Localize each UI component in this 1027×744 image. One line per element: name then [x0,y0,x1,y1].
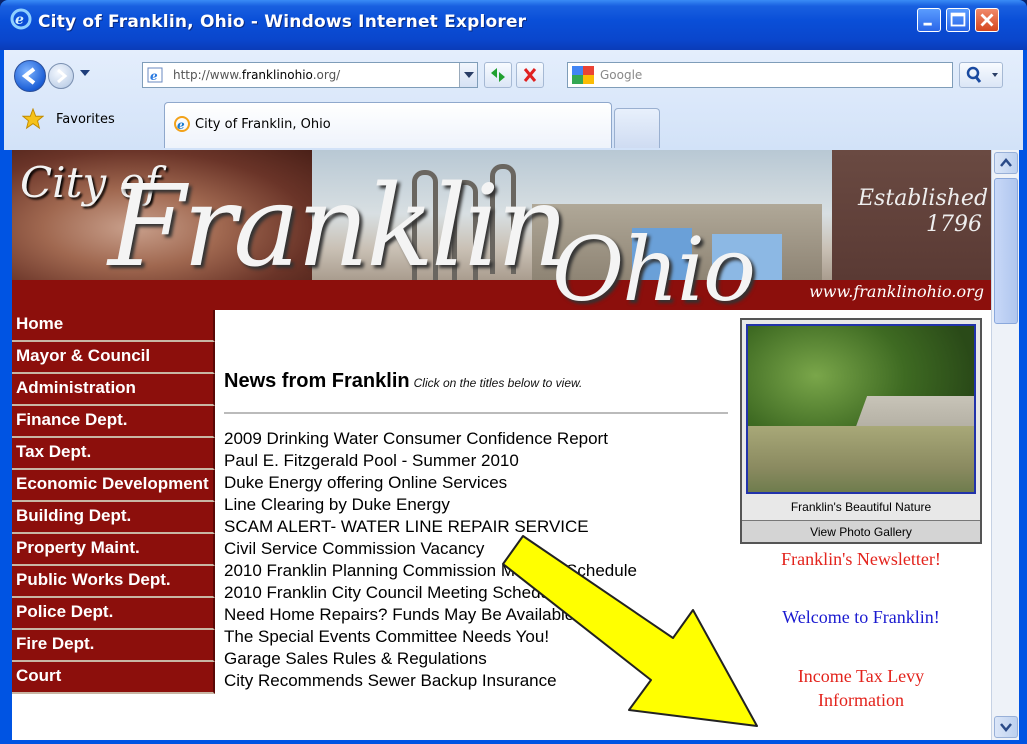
established-label: Established [858,186,989,211]
income-tax-levy-link[interactable]: Income Tax Levy Information [740,664,982,712]
news-divider [224,412,728,414]
nav-police[interactable]: Police Dept. [12,598,215,630]
forward-arrow-icon [57,68,68,84]
newsletter-link[interactable]: Franklin's Newsletter! [740,547,982,571]
news-subtitle: Click on the titles below to view. [413,376,583,390]
browser-window: e City of Franklin, Ohio - Windows Inter… [0,0,1027,744]
search-icon [966,66,998,83]
svg-text:e: e [150,69,158,83]
photo-gallery-box: Franklin's Beautiful Nature View Photo G… [740,318,982,544]
tab-active[interactable]: e City of Franklin, Ohio [164,102,612,148]
nav-mayor-council[interactable]: Mayor & Council [12,342,215,374]
news-section: News from Franklin Click on the titles be… [224,370,734,690]
tax-levy-line1: Income Tax Levy [797,666,925,686]
scroll-up-button[interactable] [994,152,1018,174]
maximize-button[interactable] [946,8,970,32]
vertical-scrollbar[interactable] [991,150,1019,740]
banner-ohio-text: Ohio [552,218,756,310]
favorites-label: Favorites [56,112,115,127]
nav-building[interactable]: Building Dept. [12,502,215,534]
nav-fire[interactable]: Fire Dept. [12,630,215,662]
news-item[interactable]: Duke Energy offering Online Services [224,472,734,494]
scroll-thumb[interactable] [994,178,1018,324]
nav-finance[interactable]: Finance Dept. [12,406,215,438]
established-year: 1796 [926,212,982,237]
favorites-star-icon [22,108,44,130]
back-button[interactable] [14,60,46,92]
banner-established: Established 1796 [858,186,989,238]
news-item[interactable]: Line Clearing by Duke Energy [224,494,734,516]
window-title: City of Franklin, Ohio - Windows Interne… [38,12,527,32]
stop-button[interactable] [516,62,544,88]
nav-economic-development[interactable]: Economic Development [12,470,215,502]
svg-text:e: e [177,118,185,132]
navigation-bar: e http://www.franklinohio.org/ Google [4,58,1023,94]
back-arrow-icon [21,67,36,85]
left-navigation: Home Mayor & Council Administration Fina… [12,310,217,694]
search-placeholder: Google [600,68,643,82]
browser-chrome: e http://www.franklinohio.org/ Google Fa… [4,50,1023,150]
nav-court[interactable]: Court [12,662,215,694]
photo-water-shape [748,426,974,492]
tax-levy-line2: Information [818,690,904,710]
page-icon: e [147,67,163,83]
ie-logo-icon: e [10,8,32,30]
recent-pages-dropdown[interactable] [80,70,90,76]
nav-property-maint[interactable]: Property Maint. [12,534,215,566]
minimize-icon [923,22,932,26]
nav-tax[interactable]: Tax Dept. [12,438,215,470]
nature-photo[interactable] [746,324,976,494]
maximize-icon [950,12,966,27]
address-text: http://www.franklinohio.org/ [173,68,341,82]
nav-home[interactable]: Home [12,310,215,342]
site-banner: City of Franklin Ohio Established 1796 w… [12,150,991,310]
scroll-down-button[interactable] [994,716,1018,738]
stop-icon [523,68,537,82]
address-bar[interactable]: e http://www.franklinohio.org/ [142,62,478,88]
refresh-button[interactable] [484,62,512,88]
banner-franklin-text: Franklin [108,162,569,292]
close-button[interactable] [975,8,999,32]
close-icon [980,13,994,27]
welcome-link[interactable]: Welcome to Franklin! [740,605,982,629]
google-logo-icon [572,66,594,84]
forward-button[interactable] [48,63,74,89]
search-box[interactable]: Google [567,62,953,88]
search-button[interactable] [959,62,1003,88]
chevron-down-icon [1000,723,1012,732]
photo-caption: Franklin's Beautiful Nature [790,500,932,514]
banner-url: www.franklinohio.org [809,282,984,301]
chevron-up-icon [1000,158,1012,167]
annotation-arrow-icon [502,535,758,727]
title-bar[interactable]: e City of Franklin, Ohio - Windows Inter… [0,0,1027,50]
minimize-button[interactable] [917,8,941,32]
tab-label: City of Franklin, Ohio [195,117,331,132]
svg-text:e: e [15,12,24,28]
view-photo-gallery-link[interactable]: View Photo Gallery [742,520,980,542]
news-item[interactable]: Paul E. Fitzgerald Pool - Summer 2010 [224,450,734,472]
address-dropdown-button[interactable] [459,63,477,87]
tab-bar: Favorites e City of Franklin, Ohio [4,100,1023,148]
nav-public-works[interactable]: Public Works Dept. [12,566,215,598]
ie-tab-icon: e [174,116,190,132]
new-tab-button[interactable] [614,108,660,148]
refresh-icon [491,68,505,82]
nav-administration[interactable]: Administration [12,374,215,406]
news-item[interactable]: 2009 Drinking Water Consumer Confidence … [224,428,734,450]
news-heading: News from Franklin Click on the titles be… [224,370,583,392]
